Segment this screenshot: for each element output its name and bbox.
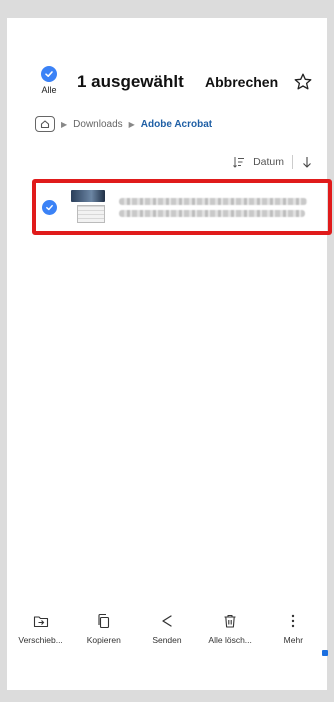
breadcrumb-downloads[interactable]: Downloads: [73, 119, 122, 130]
selection-count-title: 1 ausgewählt: [77, 72, 184, 91]
home-icon: [40, 120, 50, 129]
divider: [292, 155, 293, 169]
sort-bar: Datum: [233, 155, 313, 169]
more-icon: [292, 614, 295, 628]
move-icon: [33, 616, 48, 628]
sort-direction-icon[interactable]: [301, 156, 313, 168]
star-icon[interactable]: [293, 72, 313, 92]
move-label: Verschieb...: [18, 635, 63, 645]
file-thumbnail: [71, 190, 105, 224]
action-bar: Verschieb... Kopieren Senden Alle lösch.…: [7, 613, 327, 645]
app-screen: Alle 1 ausgewählt Abbrechen ▶ Downloads …: [7, 18, 332, 690]
move-button[interactable]: Verschieb...: [11, 613, 71, 645]
delete-all-button[interactable]: Alle lösch...: [200, 613, 260, 645]
share-button[interactable]: Senden: [137, 613, 197, 645]
more-button[interactable]: Mehr: [263, 613, 323, 645]
breadcrumb-separator-icon: ▶: [61, 119, 68, 129]
share-icon: [162, 615, 172, 627]
breadcrumb-current: Adobe Acrobat: [140, 118, 213, 130]
select-all-check-icon: [41, 66, 57, 82]
sort-label[interactable]: Datum: [253, 156, 284, 168]
file-name-blurred: [119, 197, 307, 217]
select-all-toggle[interactable]: Alle: [29, 66, 69, 95]
copy-button[interactable]: Kopieren: [74, 613, 134, 645]
select-all-label: Alle: [41, 85, 57, 95]
delete-label: Alle lösch...: [208, 635, 252, 645]
breadcrumb-separator-icon: ▶: [128, 119, 135, 129]
copy-label: Kopieren: [86, 635, 121, 645]
home-button[interactable]: [35, 116, 55, 132]
share-label: Senden: [152, 635, 182, 645]
copy-icon: [98, 613, 109, 629]
sort-icon[interactable]: [233, 156, 245, 168]
cancel-button[interactable]: Abbrechen: [205, 74, 278, 90]
breadcrumb: ▶ Downloads ▶ Adobe Acrobat: [35, 116, 212, 132]
delete-icon: [224, 614, 236, 628]
status-indicator-icon: [322, 650, 328, 656]
row-check-icon[interactable]: [42, 199, 57, 215]
more-label: Mehr: [283, 635, 304, 645]
file-row[interactable]: [32, 179, 332, 235]
